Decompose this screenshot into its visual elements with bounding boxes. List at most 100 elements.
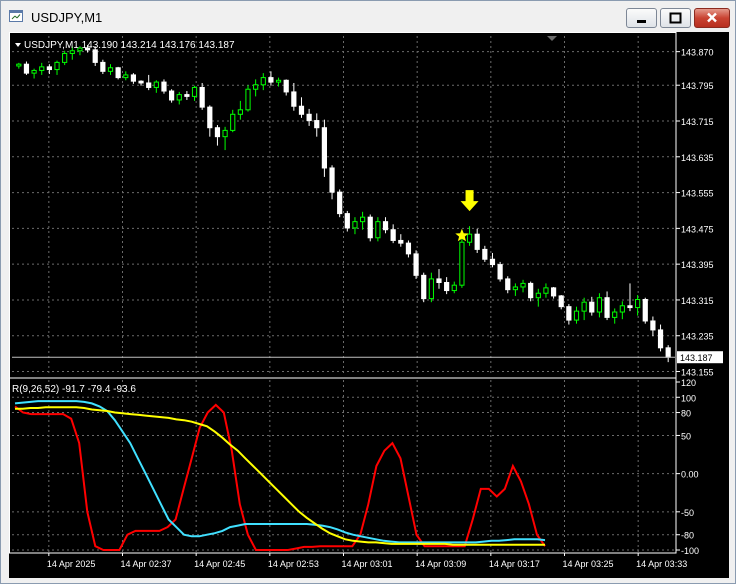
time-axis-label: 14 Apr 03:09 (415, 559, 466, 569)
bear-candle (138, 80, 144, 84)
bull-candle (176, 94, 182, 101)
bull-candle (635, 299, 641, 309)
bear-candle (329, 167, 335, 193)
price-axis-label: 143.555 (681, 189, 714, 199)
price-axis-label: 143.155 (681, 368, 714, 378)
bull-candle (535, 292, 541, 299)
bear-candle (398, 239, 404, 244)
bear-candle (100, 61, 106, 72)
bear-candle (199, 86, 205, 108)
bear-candle (657, 329, 664, 349)
bull-candle (230, 113, 236, 131)
time-axis-label: 14 Apr 2025 (47, 559, 96, 569)
bear-candle (23, 63, 30, 74)
bear-candle (314, 120, 320, 129)
bull-candle (222, 129, 228, 138)
bull-candle (69, 50, 75, 54)
time-axis-label: 14 Apr 02:37 (121, 559, 172, 569)
bear-candle (474, 233, 480, 250)
bull-candle (260, 77, 266, 86)
price-axis-label: 143.395 (681, 260, 714, 270)
bull-candle (253, 84, 259, 90)
price-axis-label: 143.235 (681, 332, 714, 342)
bull-candle (245, 88, 251, 111)
bear-candle (604, 297, 610, 318)
bull-candle (619, 305, 625, 313)
bear-candle (489, 258, 496, 266)
bull-candle (39, 66, 45, 71)
minimize-button[interactable] (626, 8, 657, 28)
bear-candle (321, 127, 328, 169)
bull-candle (543, 287, 549, 294)
grid (9, 32, 677, 554)
bear-candle (92, 49, 98, 63)
bear-candle (161, 81, 167, 92)
bear-candle (46, 66, 52, 71)
price-axis-label: 143.635 (681, 153, 714, 163)
chart-canvas[interactable]: USDJPY,M1 143.190 143.214 143.176 143.18… (9, 32, 729, 578)
bear-candle (665, 347, 671, 358)
bull-candle (459, 241, 465, 286)
time-axis-label: 14 Apr 02:53 (268, 559, 319, 569)
bear-candle (268, 77, 274, 83)
bear-candle (444, 282, 450, 292)
minimize-icon (637, 20, 646, 23)
close-button[interactable] (694, 8, 730, 28)
indicator-axis-label: -50 (681, 508, 694, 518)
price-axis-label: 143.315 (681, 296, 714, 306)
bear-candle (298, 105, 305, 115)
indicator-axis-label: 120 (681, 378, 696, 388)
price-header: USDJPY,M1 143.190 143.214 143.176 143.18… (24, 40, 235, 51)
bear-candle (115, 67, 121, 79)
bull-candle (237, 109, 243, 115)
bull-candle (62, 52, 68, 63)
title-bar[interactable]: USDJPY,M1 (1, 1, 735, 31)
bear-candle (627, 305, 633, 309)
bull-candle (375, 221, 381, 239)
bear-candle (283, 79, 289, 93)
bull-candle (191, 86, 198, 97)
bear-candle (558, 295, 564, 308)
bear-candle (550, 287, 557, 297)
collapse-triangle-icon[interactable] (15, 43, 21, 47)
scroll-triangle-icon[interactable] (547, 36, 557, 41)
chart-area[interactable]: USDJPY,M1 143.190 143.214 143.176 143.18… (9, 32, 729, 578)
bear-candle (390, 229, 396, 241)
time-axis-label: 14 Apr 02:45 (194, 559, 245, 569)
indicator-axis-label: 0.00 (681, 470, 699, 480)
bull-candle (451, 284, 457, 292)
bull-candle (612, 311, 618, 318)
bear-candle (505, 278, 511, 291)
rvi-line-0 (14, 403, 546, 551)
bull-candle (123, 74, 129, 79)
bear-candle (650, 320, 656, 331)
bull-candle (275, 79, 282, 83)
bull-candle (512, 286, 518, 291)
bear-candle (421, 274, 427, 300)
bear-candle (367, 216, 373, 239)
chart-window-icon (9, 10, 23, 22)
indicator-lines (14, 400, 546, 551)
bear-candle (169, 90, 175, 101)
indicator-axis-label: 80 (681, 409, 691, 419)
plot-frame (9, 32, 677, 554)
bull-candle (352, 221, 358, 229)
bear-candle (642, 299, 648, 322)
bear-candle (184, 94, 190, 97)
maximize-button[interactable] (660, 8, 691, 28)
bear-candle (130, 74, 137, 82)
bear-candle (291, 91, 297, 107)
time-axis-label: 14 Apr 03:17 (489, 559, 540, 569)
bull-candle (107, 67, 114, 72)
bear-candle (382, 221, 389, 231)
window-title: USDJPY,M1 (31, 10, 103, 25)
bear-candle (436, 278, 442, 283)
price-axis-label: 143.715 (681, 117, 714, 127)
indicator-axis-label: -80 (681, 531, 694, 541)
bear-candle (589, 301, 595, 313)
chart-window: USDJPY,M1 USDJPY,M1 143.190 143.214 143.… (0, 0, 736, 584)
bear-candle (405, 242, 412, 255)
close-icon (707, 12, 717, 23)
indicator-axis-label: -100 (681, 546, 699, 556)
bear-candle (337, 191, 343, 215)
